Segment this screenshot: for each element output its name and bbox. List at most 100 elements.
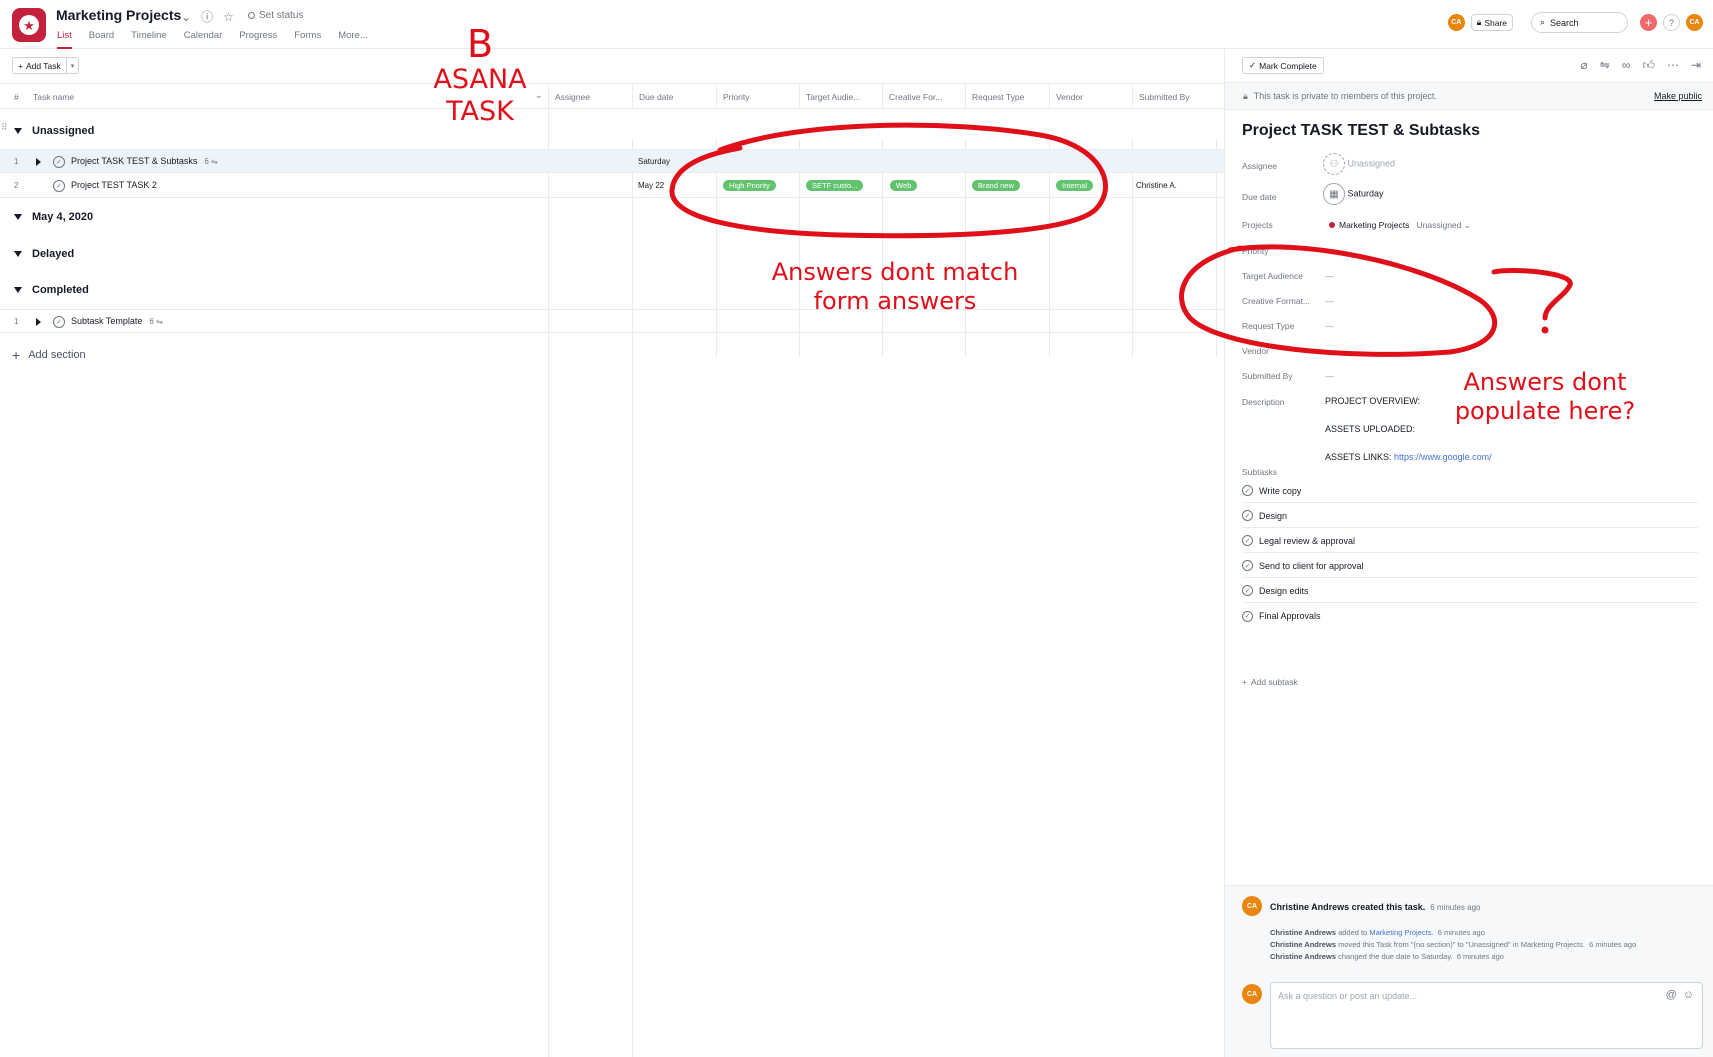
task-list-pane: + Add Task ▾ # Task name ⌄ Assignee Due d… <box>0 49 1224 1057</box>
task-detail-pane: ✓ Mark Complete ⌀ ⇋ ∞ 👍︎ ⋯ ⇥ 🔒︎ This task… <box>1224 49 1713 1057</box>
submitted-by-value[interactable]: — <box>1325 371 1334 381</box>
subtask-item[interactable]: ✓ Send to client for approval <box>1242 554 1698 578</box>
mention-icon[interactable]: @ <box>1666 989 1677 1001</box>
request-type-pill[interactable]: Brand new <box>972 180 1020 191</box>
tab-list[interactable]: List <box>57 30 72 49</box>
chevron-down-icon[interactable]: ⌄ <box>181 10 191 24</box>
project-icon[interactable]: ★ <box>12 8 46 42</box>
priority-pill[interactable]: High Priority <box>723 180 776 191</box>
table-row[interactable]: 2 ✓ Project TEST TASK 2 May 22 High Prio… <box>0 174 1224 198</box>
col-vendor[interactable]: Vendor <box>1049 84 1133 109</box>
add-subtask-button[interactable]: + Add subtask <box>1242 677 1298 687</box>
collapse-triangle-icon[interactable] <box>14 287 22 293</box>
creative-format-value[interactable]: — <box>1325 296 1334 306</box>
set-status-button[interactable]: Set status <box>248 10 303 21</box>
table-row[interactable]: 1 ✓ Project TASK TEST & Subtasks 6 ⇋ Satu… <box>0 149 1224 173</box>
link-icon[interactable]: ∞ <box>1622 58 1631 73</box>
table-row[interactable]: 1 ✓ Subtask Template 6 ⇋ <box>0 309 1224 333</box>
add-task-dropdown-icon[interactable]: ▾ <box>67 62 79 70</box>
make-public-link[interactable]: Make public <box>1654 91 1702 101</box>
vendor-pill[interactable]: Internal <box>1056 180 1094 191</box>
subtask-icon[interactable]: ⇋ <box>1600 58 1610 73</box>
assets-link[interactable]: https://www.google.com/ <box>1394 452 1492 462</box>
more-options-icon[interactable]: ⋯ <box>1667 58 1679 73</box>
project-membership[interactable]: Marketing Projects Unassigned ⌄ <box>1329 220 1471 231</box>
complete-check-icon[interactable]: ✓ <box>53 180 65 192</box>
comment-input[interactable]: Ask a question or post an update... @ ☺ <box>1270 982 1703 1049</box>
request-type-value[interactable]: — <box>1325 321 1334 331</box>
collapse-triangle-icon[interactable] <box>14 251 22 257</box>
description-overview[interactable]: PROJECT OVERVIEW: <box>1325 396 1420 406</box>
complete-check-icon[interactable]: ✓ <box>53 316 65 328</box>
col-submitted-by[interactable]: Submitted By <box>1132 84 1216 109</box>
complete-check-icon[interactable]: ✓ <box>1242 510 1253 521</box>
tab-timeline[interactable]: Timeline <box>131 30 167 49</box>
emoji-icon[interactable]: ☺ <box>1683 989 1694 1001</box>
complete-check-icon[interactable]: ✓ <box>1242 535 1253 546</box>
help-button[interactable]: ? <box>1663 14 1680 31</box>
tab-calendar[interactable]: Calendar <box>184 30 223 49</box>
assignee-field[interactable]: ⚇ Unassigned <box>1323 153 1395 175</box>
section-completed[interactable]: Completed <box>0 277 89 303</box>
expand-triangle-icon[interactable] <box>36 158 41 166</box>
subtask-item[interactable]: ✓ Legal review & approval <box>1242 529 1698 553</box>
submitted-by-value[interactable]: Christine A. <box>1136 181 1177 190</box>
tab-more[interactable]: More... <box>338 30 368 49</box>
col-target-audience[interactable]: Target Audie... <box>799 84 883 109</box>
project-link[interactable]: Marketing Projects. <box>1369 928 1433 937</box>
add-section-button[interactable]: + Add section <box>12 347 86 363</box>
share-button[interactable]: 🔒︎ Share <box>1470 14 1513 31</box>
target-audience-value[interactable]: — <box>1325 271 1334 281</box>
col-due-date[interactable]: Due date <box>632 84 716 109</box>
col-assignee[interactable]: Assignee <box>548 84 633 109</box>
complete-check-icon[interactable]: ✓ <box>1242 585 1253 596</box>
task-title[interactable]: Project TASK TEST & Subtasks <box>1242 122 1480 140</box>
complete-check-icon[interactable]: ✓ <box>1242 610 1253 622</box>
expand-triangle-icon[interactable] <box>36 318 41 326</box>
task-name[interactable]: Project TASK TEST & Subtasks 6 ⇋ <box>71 156 218 166</box>
add-task-button[interactable]: + Add Task <box>13 58 67 73</box>
creative-format-pill[interactable]: Web <box>890 180 918 191</box>
collapse-triangle-icon[interactable] <box>14 214 22 220</box>
member-avatar[interactable]: CA <box>1447 14 1465 31</box>
col-priority[interactable]: Priority <box>716 84 800 109</box>
info-icon[interactable]: ⓘ <box>201 8 213 25</box>
description-assets-uploaded[interactable]: ASSETS UPLOADED: <box>1325 424 1415 434</box>
quick-add-button[interactable]: + <box>1640 14 1657 31</box>
collapse-triangle-icon[interactable] <box>14 128 22 134</box>
section-delayed[interactable]: Delayed <box>0 241 74 267</box>
star-outline-icon[interactable]: ☆ <box>223 10 234 24</box>
subtask-item[interactable]: ✓ Design edits <box>1242 579 1698 603</box>
subtask-item[interactable]: ✓ Design <box>1242 504 1698 528</box>
mark-complete-button[interactable]: ✓ Mark Complete <box>1242 57 1324 74</box>
search-input[interactable]: ⌕ Search <box>1531 12 1628 33</box>
description-assets-links[interactable]: ASSETS LINKS: https://www.google.com/ <box>1325 452 1492 462</box>
task-name[interactable]: Subtask Template 6 ⇋ <box>71 316 163 326</box>
col-creative-format[interactable]: Creative For... <box>882 84 966 109</box>
complete-check-icon[interactable]: ✓ <box>1242 560 1253 571</box>
complete-check-icon[interactable]: ✓ <box>1242 485 1253 496</box>
tab-forms[interactable]: Forms <box>294 30 321 49</box>
like-icon[interactable]: 👍︎ <box>1642 58 1655 73</box>
tab-progress[interactable]: Progress <box>239 30 277 49</box>
section-unassigned[interactable]: Unassigned <box>0 118 94 144</box>
attachment-icon[interactable]: ⌀ <box>1581 58 1588 73</box>
author-avatar[interactable]: CA <box>1242 896 1262 916</box>
task-due-date[interactable]: Saturday <box>638 157 670 166</box>
project-section-dropdown[interactable]: Unassigned ⌄ <box>1416 220 1470 230</box>
due-date-field[interactable]: ▦ Saturday <box>1323 183 1384 205</box>
search-icon: ⌕ <box>1540 17 1546 27</box>
tab-board[interactable]: Board <box>89 30 114 49</box>
close-pane-icon[interactable]: ⇥ <box>1691 58 1701 73</box>
project-title[interactable]: Marketing Projects <box>56 7 181 23</box>
subtask-item[interactable]: ✓ Write copy <box>1242 479 1698 503</box>
target-audience-pill[interactable]: SETF custo... <box>806 180 864 191</box>
task-due-date[interactable]: May 22 <box>638 181 664 190</box>
vendor-label: Vendor <box>1242 346 1269 356</box>
user-avatar[interactable]: CA <box>1686 14 1703 31</box>
task-name[interactable]: Project TEST TASK 2 <box>71 180 157 190</box>
subtask-item[interactable]: ✓ Final Approvals <box>1242 604 1698 628</box>
complete-check-icon[interactable]: ✓ <box>53 156 65 168</box>
section-may-4-2020[interactable]: May 4, 2020 <box>0 204 93 230</box>
col-request-type[interactable]: Request Type <box>965 84 1049 109</box>
